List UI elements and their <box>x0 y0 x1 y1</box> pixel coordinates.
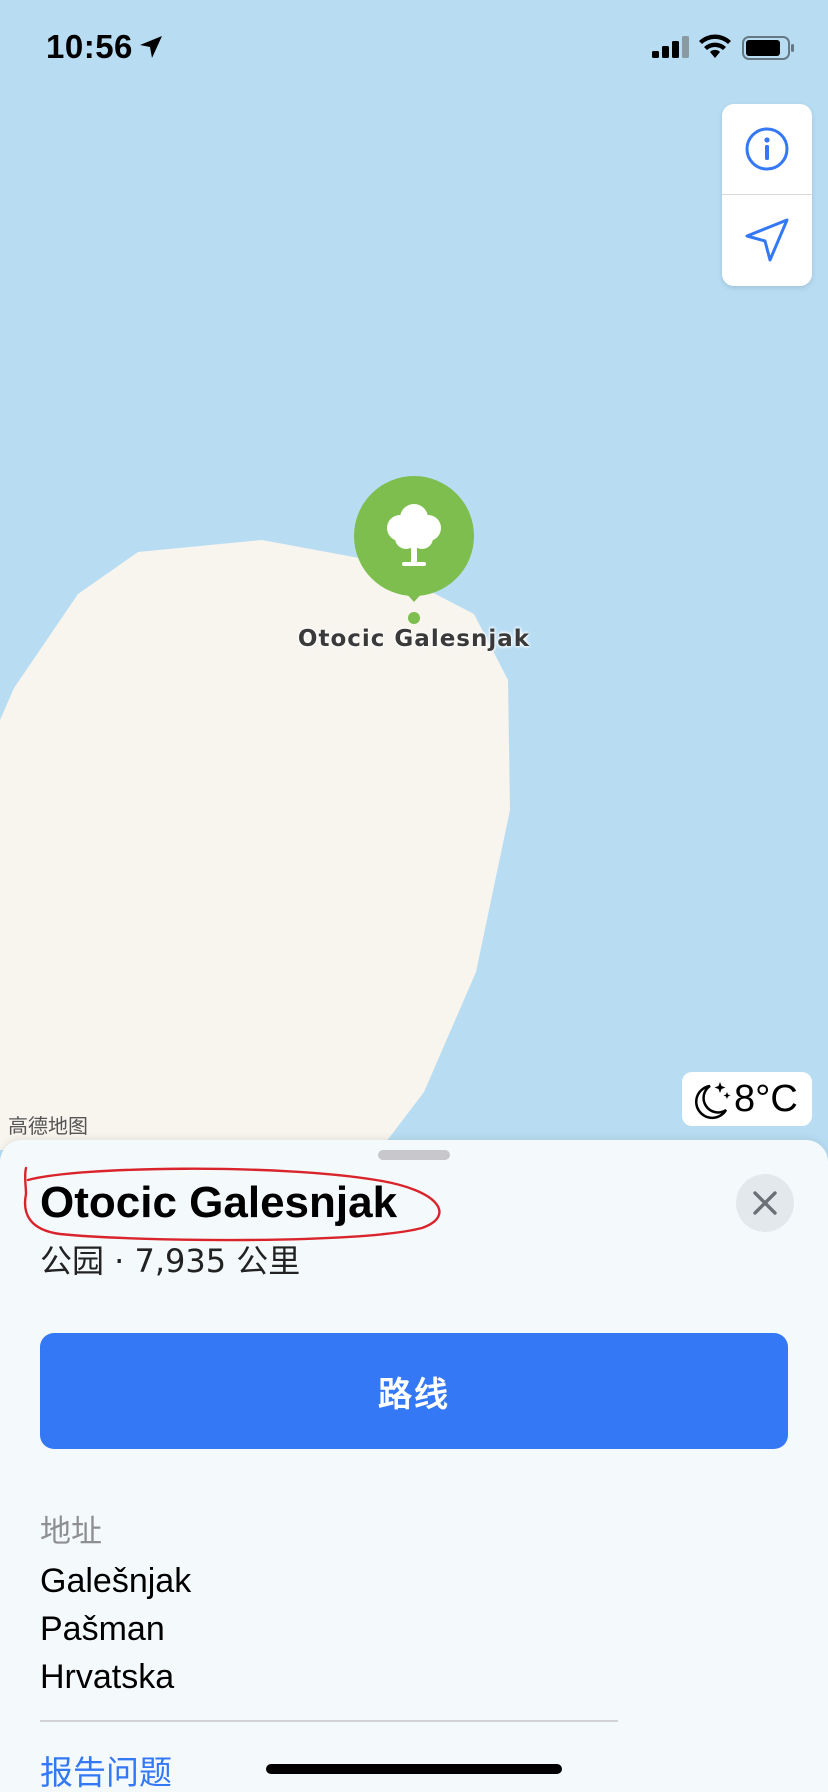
location-services-icon <box>140 36 162 58</box>
address-line: Galešnjak <box>40 1562 192 1600</box>
info-icon <box>745 127 789 171</box>
address-line: Pašman <box>40 1610 165 1648</box>
place-subtitle: 公园 · 7,935 公里 <box>40 1242 301 1280</box>
close-icon <box>753 1191 777 1215</box>
weather-temperature: 8°C <box>734 1078 798 1120</box>
close-button[interactable] <box>736 1174 794 1232</box>
poi-marker[interactable] <box>354 476 474 626</box>
map-info-button[interactable] <box>722 104 812 194</box>
tree-icon <box>354 476 474 624</box>
cellular-signal-icon <box>652 36 689 58</box>
location-arrow-icon <box>745 218 789 262</box>
directions-button[interactable]: 路线 <box>40 1333 788 1449</box>
wifi-icon <box>699 34 731 58</box>
map-view[interactable]: 10:56 Otocic Galesnjak 高德地图 8°C <box>0 0 828 1150</box>
status-time: 10:56 <box>46 28 133 65</box>
weather-badge: 8°C <box>682 1072 812 1126</box>
home-indicator[interactable] <box>266 1764 562 1774</box>
map-attribution: 高德地图 <box>8 1114 88 1138</box>
report-issue-link[interactable]: 报告问题 <box>40 1746 172 1792</box>
address-label: 地址 <box>40 1514 102 1550</box>
moon-stars-icon <box>694 1082 731 1120</box>
poi-label[interactable]: Otocic Galesnjak <box>264 626 564 652</box>
place-title: Otocic Galesnjak <box>40 1178 398 1227</box>
status-bar: 10:56 <box>0 0 828 100</box>
section-divider <box>40 1720 618 1722</box>
address-line: Hrvatska <box>40 1658 175 1696</box>
map-controls <box>722 104 812 286</box>
place-card-sheet[interactable]: Otocic Galesnjak 公园 · 7,935 公里 路线 地址 Gal… <box>0 1140 828 1792</box>
battery-icon <box>742 36 794 60</box>
current-location-button[interactable] <box>722 195 812 285</box>
